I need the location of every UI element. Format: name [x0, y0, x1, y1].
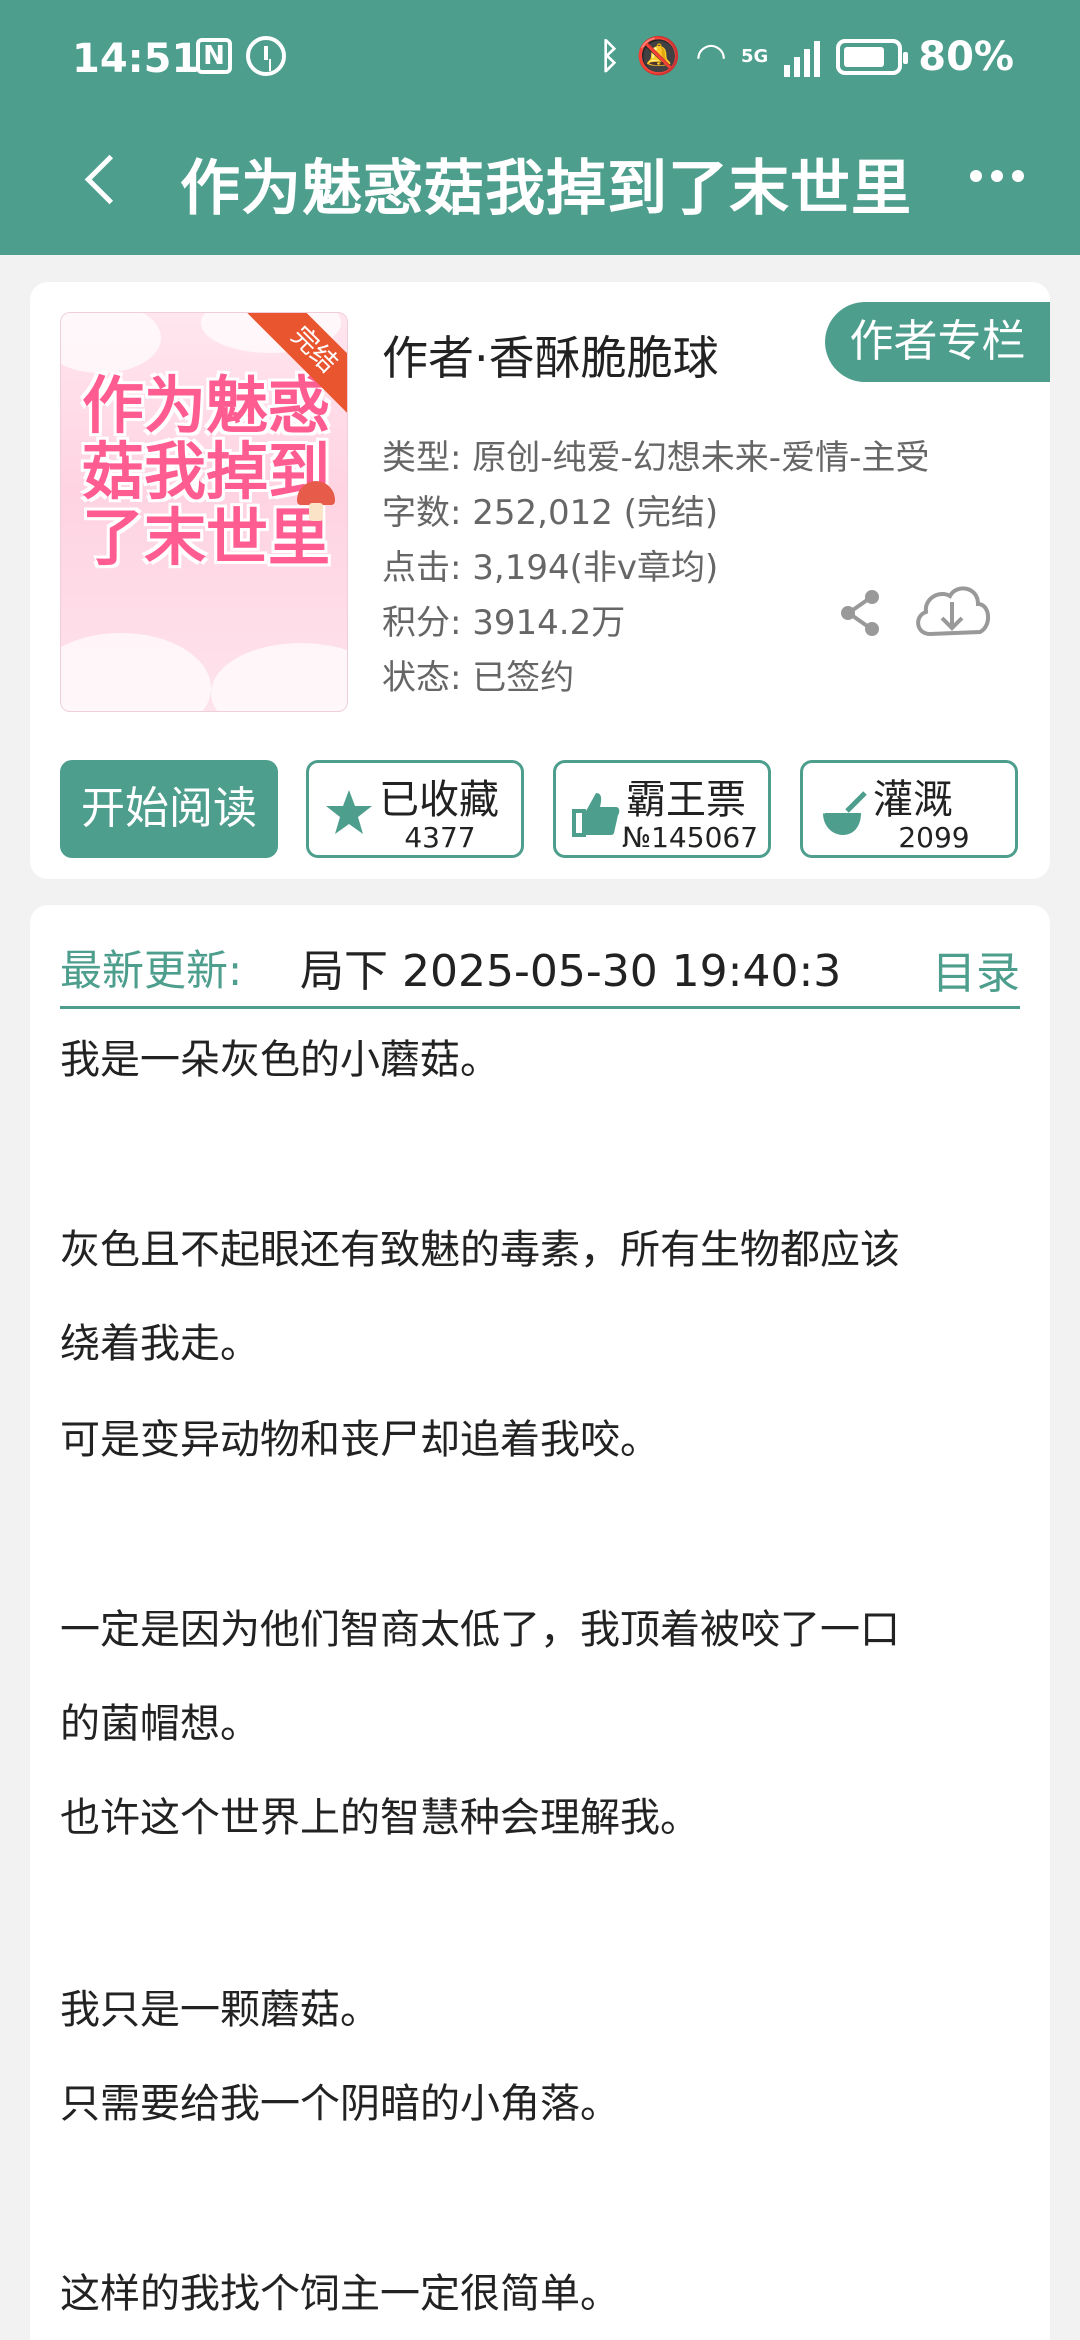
- content-line: 我是一朵灰色的小蘑菇。: [60, 1037, 500, 1083]
- favorite-count: 4377: [404, 821, 476, 854]
- content-line: 的菌帽想。: [60, 1701, 260, 1747]
- content-line: 灰色且不起眼还有致魅的毒素，所有生物都应该: [60, 1227, 900, 1273]
- alarm-icon: [246, 36, 286, 76]
- latest-update-text[interactable]: 局下 2025-05-30 19:40:32: [300, 935, 840, 999]
- app-bar: 14:51 N ᛒ 🔕 ◠ 5G 80% 作为魅惑菇我掉到了末世里: [0, 0, 1080, 255]
- author-column-button[interactable]: 作者专栏: [825, 302, 1050, 382]
- mute-icon: 🔕: [636, 36, 682, 77]
- meta-word-count: 字数: 252,012 (完结): [382, 493, 719, 533]
- water-label: 灌溉: [873, 777, 953, 823]
- status-time: 14:51: [72, 36, 200, 82]
- content-line: 也许这个世界上的智慧种会理解我。: [60, 1795, 700, 1841]
- share-icon[interactable]: [836, 588, 886, 638]
- battery-fill: [844, 47, 885, 67]
- content-card: 最新更新: 局下 2025-05-30 19:40:32 目录 我是一朵灰色的小…: [30, 905, 1050, 2340]
- start-reading-button[interactable]: 开始阅读: [60, 760, 278, 858]
- content-line: 我只是一颗蘑菇。: [60, 1987, 380, 2033]
- toc-link[interactable]: 目录: [932, 937, 1020, 1001]
- page-title: 作为魅惑菇我掉到了末世里: [180, 154, 912, 224]
- back-icon[interactable]: [78, 148, 124, 208]
- battery-icon: [836, 39, 909, 75]
- book-cover[interactable]: 作为魅惑菇我掉到了末世里 完结: [60, 312, 348, 712]
- signal-icon: [784, 37, 821, 77]
- bluetooth-icon: ᛒ: [598, 36, 621, 77]
- favorite-label: 已收藏: [379, 777, 499, 823]
- favorite-button[interactable]: 已收藏 4377: [306, 760, 524, 858]
- cloud-download-icon[interactable]: [910, 578, 994, 646]
- content-line: 一定是因为他们智商太低了，我顶着被咬了一口: [60, 1607, 900, 1653]
- book-info-card: 作为魅惑菇我掉到了末世里 完结 作者·香酥脆脆球 作者专栏 类型: 原创-纯爱-…: [30, 282, 1050, 879]
- latest-update-label: 最新更新:: [60, 946, 243, 995]
- vote-count: №145067: [622, 821, 759, 854]
- mushroom-stem: [309, 503, 323, 521]
- meta-genre: 类型: 原创-纯爱-幻想未来-爱情-主受: [382, 438, 930, 478]
- content-line: 只需要给我一个阴暗的小角落。: [60, 2081, 620, 2127]
- wifi-icon: ◠: [697, 36, 725, 77]
- more-icon[interactable]: [970, 170, 1024, 184]
- nfc-icon: N: [196, 38, 232, 74]
- battery-percent: 80%: [918, 34, 1014, 80]
- star-icon: [323, 787, 375, 839]
- network-type: 5G: [740, 46, 769, 67]
- water-button[interactable]: 灌溉 2099: [800, 760, 1018, 858]
- content-line: 可是变异动物和丧尸却追着我咬。: [60, 1417, 660, 1463]
- watering-icon: [817, 787, 869, 839]
- thumb-up-icon: [570, 787, 622, 839]
- author-name[interactable]: 作者·香酥脆脆球: [382, 322, 719, 388]
- meta-score: 积分: 3914.2万: [382, 603, 626, 643]
- vote-button[interactable]: 霸王票 №145067: [553, 760, 771, 858]
- status-bar: 14:51 N ᛒ 🔕 ◠ 5G 80%: [0, 30, 1080, 90]
- vote-label: 霸王票: [626, 777, 746, 823]
- water-count: 2099: [898, 821, 970, 854]
- cover-title: 作为魅惑菇我掉到了末世里: [81, 369, 330, 574]
- content-line: 绕着我走。: [60, 1321, 260, 1367]
- latest-update-bar[interactable]: 最新更新: 局下 2025-05-30 19:40:32 目录: [60, 927, 1020, 1009]
- content-line: 这样的我找个饲主一定很简单。: [60, 2271, 620, 2317]
- meta-status: 状态: 已签约: [382, 658, 575, 698]
- meta-clicks: 点击: 3,194(非v章均): [382, 548, 719, 588]
